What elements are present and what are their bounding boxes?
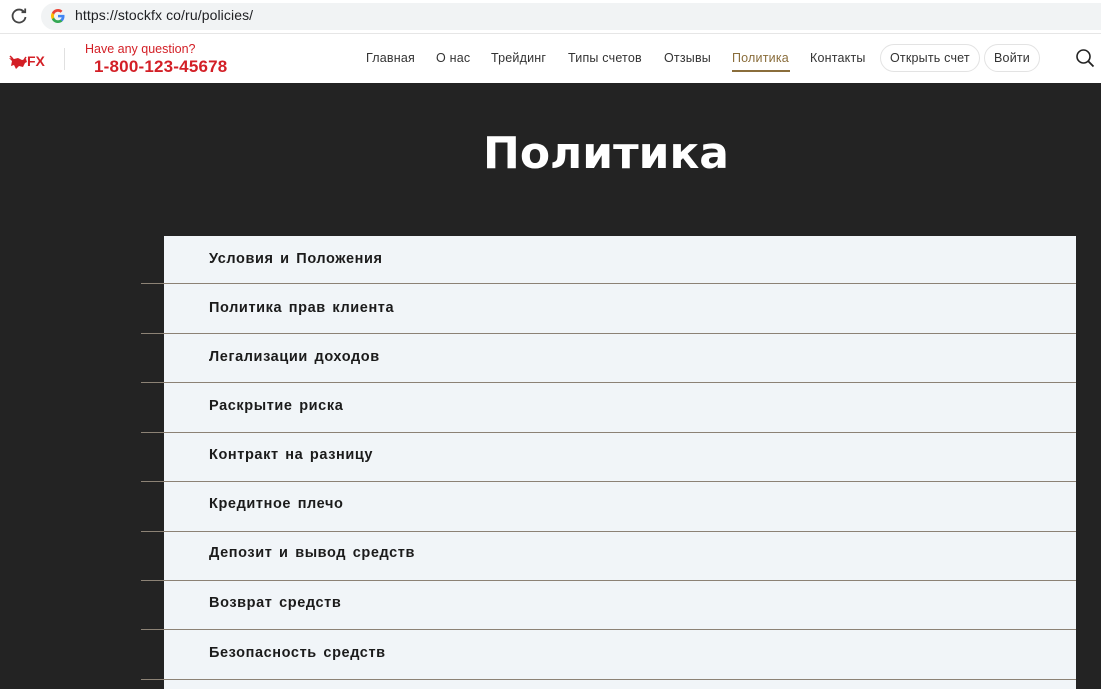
url-text[interactable]: https://stockfx co/ru/policies/ [75, 7, 253, 23]
list-divider [141, 531, 1076, 532]
policy-item-cfd[interactable]: Контракт на разницу [164, 432, 1076, 481]
policy-item-label: Политика прав клиента [209, 300, 395, 316]
policy-item-refund[interactable]: Возврат средств [164, 580, 1076, 629]
nav-item-about[interactable]: О нас [436, 51, 470, 65]
site-header: FX Have any question? 1-800-123-45678 Гл… [0, 33, 1101, 83]
list-divider [141, 333, 1076, 334]
nav-item-reviews[interactable]: Отзывы [664, 51, 711, 65]
list-divider [141, 679, 1076, 680]
policy-item-label: Раскрытие риска [209, 398, 344, 414]
policy-item-label: Депозит и вывод средств [209, 545, 415, 561]
policy-item-aml[interactable]: Легализации доходов [164, 334, 1076, 383]
search-icon[interactable] [1075, 48, 1095, 68]
header-divider [64, 48, 65, 70]
page-title: Политика [483, 128, 729, 179]
login-button[interactable]: Войти [984, 44, 1040, 72]
active-nav-underline [732, 70, 790, 72]
policy-item-deposit-withdrawal[interactable]: Депозит и вывод средств [164, 530, 1076, 579]
policy-item-client-rights[interactable]: Политика прав клиента [164, 285, 1076, 334]
policy-item-label: Возврат средств [209, 595, 342, 611]
list-divider [141, 629, 1076, 630]
list-divider [141, 481, 1076, 482]
policy-item-leverage[interactable]: Кредитное плечо [164, 481, 1076, 530]
policy-item-funds-security[interactable]: Безопасность средств [164, 630, 1076, 679]
policy-item-label: Контракт на разницу [209, 447, 374, 463]
logo-text[interactable]: FX [27, 53, 45, 69]
policy-item-label: Безопасность средств [209, 645, 386, 661]
policy-list: Условия и Положения Политика прав клиент… [164, 236, 1076, 689]
question-text: Have any question? [85, 42, 196, 56]
policy-item-label: Легализации доходов [209, 349, 380, 365]
open-account-button[interactable]: Открыть счет [880, 44, 980, 72]
browser-toolbar: https://stockfx co/ru/policies/ [0, 0, 1101, 33]
policy-item-risk-disclosure[interactable]: Раскрытие риска [164, 383, 1076, 432]
policy-item-label: Условия и Положения [209, 251, 383, 267]
nav-item-account-types[interactable]: Типы счетов [568, 51, 642, 65]
list-divider [141, 580, 1076, 581]
list-divider [141, 382, 1076, 383]
policy-item-terms[interactable]: Условия и Положения [164, 236, 1076, 285]
google-icon [51, 9, 65, 23]
nav-item-policies[interactable]: Политика [732, 51, 789, 65]
reload-icon[interactable] [9, 6, 29, 26]
list-divider [141, 283, 1076, 284]
policy-item-label: Кредитное плечо [209, 496, 344, 512]
phone-number[interactable]: 1-800-123-45678 [94, 57, 227, 77]
nav-item-home[interactable]: Главная [366, 51, 415, 65]
nav-item-trading[interactable]: Трейдинг [491, 51, 546, 65]
nav-item-contacts[interactable]: Контакты [810, 51, 866, 65]
list-divider [141, 432, 1076, 433]
